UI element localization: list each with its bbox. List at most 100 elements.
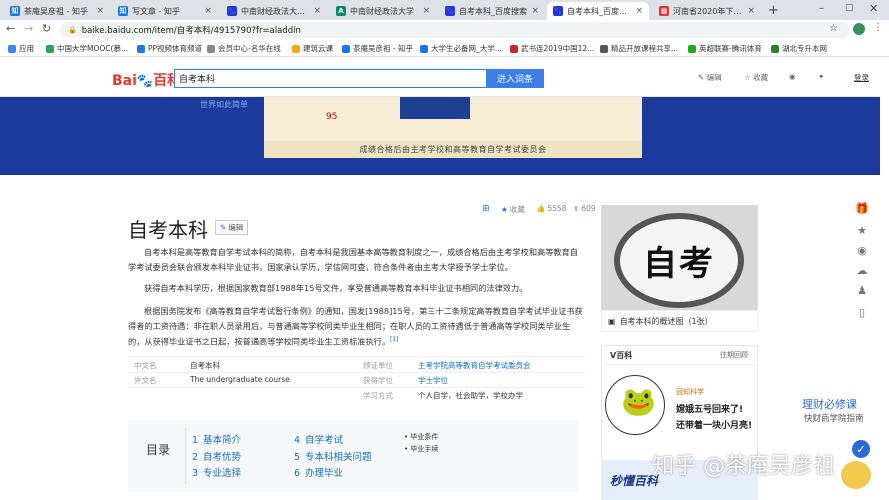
- infobox-divider: [128, 356, 585, 357]
- catalog-item-label: 办理毕业: [305, 468, 344, 479]
- tab-close-icon[interactable]: ×: [422, 6, 430, 16]
- bookmark-label: 精品开放课程共享...: [611, 44, 679, 53]
- infobox-key: 学习方式: [363, 391, 393, 400]
- like-button[interactable]: 👍 5558: [536, 204, 566, 213]
- miaodong-baike-text: 秒懂百科: [610, 474, 659, 488]
- tab-close-icon[interactable]: ×: [96, 6, 104, 16]
- bookmark-11[interactable]: 湖北专升本网: [771, 43, 827, 54]
- collect-button[interactable]: ★ 收藏: [501, 204, 525, 215]
- bookmark-2[interactable]: 中国大学MOOC(慕...: [46, 43, 128, 54]
- reference-link[interactable]: [1]: [390, 336, 399, 343]
- bookmark-1[interactable]: 应用: [8, 43, 34, 54]
- tab-5[interactable]: 🐾 自考本科_百度搜索 ×: [439, 2, 545, 20]
- add-icon[interactable]: ⊞: [482, 204, 490, 214]
- catalog-item[interactable]: 6 办理毕业: [294, 465, 343, 479]
- infobox-value: The undergraduate course: [190, 375, 290, 384]
- catalog-item-number: 1: [192, 435, 199, 446]
- forward-icon[interactable]: →: [24, 22, 33, 35]
- reload-icon[interactable]: ↻: [42, 22, 51, 35]
- catalog-item[interactable]: 2 自考优势: [192, 449, 241, 463]
- search-input[interactable]: 自考本科: [174, 69, 486, 88]
- qq-icon[interactable]: ♟: [855, 283, 869, 297]
- address-bar[interactable]: 🔒 baike.baidu.com/item/自考本科/4915790?fr=a…: [60, 22, 850, 38]
- tab-2[interactable]: 知写文章 - 知乎 ×: [112, 2, 218, 20]
- bookmark-8[interactable]: 武书连2019中国12...: [510, 43, 594, 54]
- header-collect-link[interactable]: ☆ 收藏: [744, 72, 768, 83]
- back-icon[interactable]: ←: [6, 22, 15, 35]
- catalog-item[interactable]: 1 基本简介: [192, 432, 241, 446]
- catalog-item-label: 专业选择: [203, 468, 242, 479]
- bookmark-3[interactable]: PP视频体育频道: [137, 43, 202, 54]
- wechat-icon[interactable]: ☁: [855, 263, 869, 277]
- v-baike-headline-2[interactable]: 还带着一块小月亮!: [676, 418, 752, 431]
- bookmark-4[interactable]: 会员中心-名华在线: [207, 43, 281, 54]
- tab-7[interactable]: ▦ 河南省2020年下半年 ×: [653, 2, 761, 20]
- weibo-icon[interactable]: ◉: [789, 72, 796, 81]
- v-baike-title: V百科: [610, 351, 633, 360]
- banner-slogan: 世界如此简单: [200, 100, 248, 109]
- maximize-button[interactable]: ▢: [845, 3, 854, 13]
- header-edit-link[interactable]: ✎ 编辑: [698, 72, 722, 83]
- edit-button[interactable]: ✎ 编辑: [215, 220, 249, 235]
- catalog-item[interactable]: 5 专本科相关问题: [294, 449, 372, 463]
- bookmark-9[interactable]: 精品开放课程共享...: [600, 43, 678, 54]
- album-icon: ▣: [608, 316, 616, 326]
- ad-badge-icon[interactable]: ✓: [852, 440, 870, 458]
- new-tab-button[interactable]: +: [768, 3, 779, 18]
- baidu-baike-logo[interactable]: Bai🐾百科: [112, 70, 181, 90]
- bookmark-label: 会员中心-名华在线: [218, 44, 281, 53]
- bookmark-10[interactable]: 英超联赛-腾讯体育: [688, 43, 762, 54]
- ad-title[interactable]: 理财必修课: [802, 396, 857, 412]
- tab-close-icon[interactable]: ×: [531, 6, 539, 16]
- catalog-item[interactable]: 3 专业选择: [192, 465, 241, 479]
- tab-close-icon[interactable]: ×: [204, 6, 212, 16]
- catalog-item-label: 基本简介: [203, 435, 242, 446]
- bookmark-5[interactable]: 建筑云课: [292, 43, 333, 54]
- bookmark-7[interactable]: 大学生必备网_大学...: [420, 43, 502, 54]
- tab-close-icon[interactable]: ×: [635, 6, 643, 16]
- tab-close-icon[interactable]: ×: [747, 6, 755, 16]
- bookmark-6[interactable]: 茶庵吴彦祖 - 知乎: [342, 43, 413, 54]
- minimize-button[interactable]: –: [819, 3, 824, 14]
- tab-label: 河南省2020年下半年: [673, 6, 744, 16]
- tab-3[interactable]: 🐾 中南财经政法大学_百 ×: [221, 2, 327, 20]
- pencil-icon: ✎: [220, 223, 227, 232]
- infobox-value[interactable]: 主考学院高等教育自学考试委员会: [418, 360, 531, 371]
- extension-icon[interactable]: [853, 23, 865, 35]
- catalog-subitem[interactable]: • 毕业条件: [404, 432, 438, 442]
- enter-entry-button[interactable]: 进入词条: [486, 69, 544, 88]
- cartoon-icon: 🐸: [621, 385, 656, 418]
- tab-favicon-icon: 知: [10, 6, 20, 16]
- bookmark-icon: [342, 44, 350, 53]
- bookmark-label: 大学生必备网_大学...: [431, 44, 502, 53]
- tab-favicon-icon: 🐾: [227, 6, 237, 16]
- menu-icon[interactable]: ⋮: [873, 22, 883, 33]
- infobox-key: 中文名: [134, 361, 157, 370]
- window-close-button[interactable]: ✕: [869, 2, 878, 15]
- v-baike-more-link[interactable]: 往期回顾: [720, 350, 748, 360]
- tab-4[interactable]: A 中南财经政法大学 ×: [330, 2, 436, 20]
- tab-close-icon[interactable]: ×: [313, 6, 321, 16]
- page-title: 自考本科: [128, 218, 208, 242]
- star-side-icon[interactable]: ★: [855, 223, 869, 237]
- summary-paragraph-1: 自考本科是高等教育自学考试本科的简称，自考本科是我国基本高等教育制度之一，成绩合…: [128, 247, 578, 272]
- infobox-value[interactable]: 学士学位: [418, 375, 448, 386]
- banner-certificate: [400, 97, 470, 119]
- login-link[interactable]: 登录: [854, 72, 869, 83]
- mobile-icon[interactable]: ▯: [855, 305, 869, 319]
- catalog-subitem-label: 毕业条件: [410, 433, 439, 441]
- bookmark-label: PP视频体育频道: [148, 44, 203, 53]
- tab-1[interactable]: 知茶庵吴彦祖 - 知乎 ×: [4, 2, 110, 20]
- gift-icon[interactable]: 🎁: [855, 201, 869, 215]
- catalog-subitem[interactable]: • 毕业手续: [404, 444, 438, 454]
- bookmark-star-icon[interactable]: ☆: [829, 23, 838, 34]
- tab-6[interactable]: 🐾 自考本科_百度百科 ×: [547, 2, 649, 20]
- v-baike-headline-1[interactable]: 嫦娥五号回来了!: [676, 402, 743, 415]
- catalog-item-number: 5: [294, 452, 301, 463]
- paw-small-icon[interactable]: ✦: [818, 72, 824, 81]
- album-caption[interactable]: ▣ 自考本科的概述图（1张）: [601, 310, 758, 332]
- share-button[interactable]: ⇪ 609: [573, 204, 596, 213]
- catalog-item[interactable]: 4 自学考试: [294, 432, 343, 446]
- weibo-side-icon[interactable]: ◉: [855, 243, 869, 257]
- zhihu-watermark: 知乎 @茶庵吴彦祖: [652, 454, 835, 479]
